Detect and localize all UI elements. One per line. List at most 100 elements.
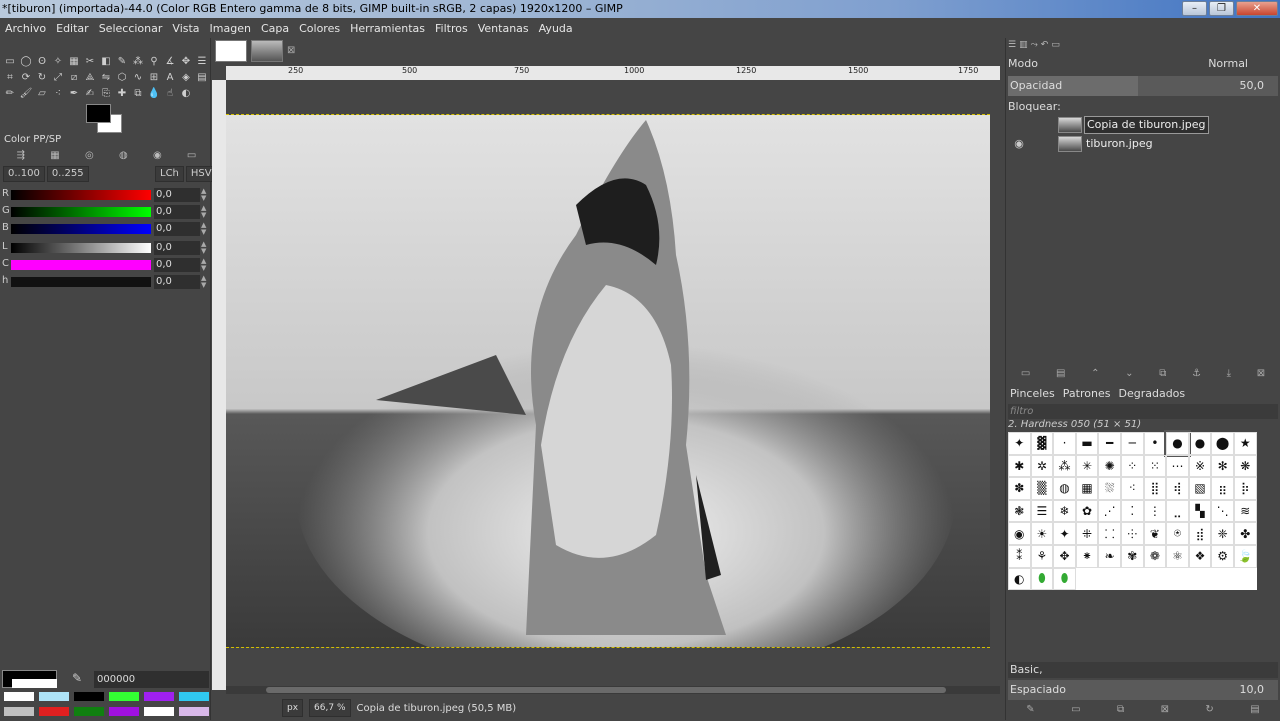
ink-tool-icon[interactable]: ✒ [66, 86, 82, 102]
scissors-tool-icon[interactable]: ✂ [82, 54, 98, 70]
airbrush-tool-icon[interactable]: ⁖ [50, 86, 66, 102]
blue-slider[interactable] [11, 224, 151, 234]
lch-button[interactable]: LCh [155, 166, 184, 182]
swatch[interactable] [4, 692, 34, 701]
dodge-burn-tool-icon[interactable]: ◐ [178, 86, 194, 102]
eraser-tool-icon[interactable]: ▱ [34, 86, 50, 102]
brush-item[interactable]: ━ [1098, 432, 1121, 455]
spacing-slider[interactable]: Espaciado 10,0 [1008, 680, 1278, 700]
hue-value[interactable]: 0,0 [154, 275, 200, 289]
brush-item[interactable]: ⋱ [1211, 499, 1234, 523]
brush-item[interactable]: ⬮ [1053, 567, 1076, 591]
heal-tool-icon[interactable]: ✚ [114, 86, 130, 102]
paintbrush-tool-icon[interactable]: 🖌 [18, 86, 34, 102]
brush-item[interactable]: ⋯ [1166, 454, 1189, 478]
perspective-tool-icon[interactable]: ⟁ [82, 70, 98, 86]
green-slider[interactable] [11, 207, 151, 217]
close-button[interactable]: ✕ [1236, 1, 1278, 16]
mode-select[interactable]: Normal [1208, 54, 1248, 74]
brush-item[interactable]: ● [1164, 430, 1191, 457]
brush-item[interactable]: ⣀ [1166, 499, 1189, 523]
brush-item[interactable]: ✱ [1008, 454, 1031, 478]
swatch[interactable] [144, 692, 174, 701]
red-spin-icon[interactable]: ▲ ▼ [201, 188, 206, 202]
menu-vista[interactable]: Vista [167, 22, 204, 35]
new-group-icon[interactable]: ▤ [1056, 368, 1065, 382]
opacity-value[interactable]: 50,0 [1240, 76, 1265, 96]
brush-item[interactable]: ✿ [1075, 499, 1099, 523]
brush-item[interactable]: ❋ [1233, 454, 1257, 478]
blue-value[interactable]: 0,0 [154, 222, 200, 236]
cmyk-tab-icon[interactable]: ▦ [50, 150, 59, 166]
brush-item[interactable]: ⬮ [1030, 567, 1054, 591]
brush-item[interactable]: ⛆ [1098, 477, 1121, 500]
rotate-tool-icon[interactable]: ↻ [34, 70, 50, 86]
hue-spin-icon[interactable]: ▲ ▼ [201, 275, 206, 289]
lightness-value[interactable]: 0,0 [154, 241, 200, 255]
clone-tool-icon[interactable]: ⎘ [98, 86, 114, 102]
image-tab-2[interactable] [251, 40, 283, 62]
lightness-slider[interactable] [11, 243, 151, 253]
foreground-color-swatch[interactable] [86, 104, 111, 123]
tab-pinceles[interactable]: Pinceles [1008, 387, 1055, 401]
scale-tool-icon[interactable]: ⤢ [50, 70, 66, 86]
brush-item[interactable]: ⣿ [1143, 477, 1167, 500]
brush-item[interactable]: ⋰ [1098, 499, 1121, 523]
brush-item[interactable]: ▬ [1075, 432, 1099, 455]
watercolor-tab-icon[interactable]: ◉ [153, 150, 162, 166]
brush-item[interactable]: ✲ [1030, 454, 1054, 478]
brush-item[interactable]: ⬤ [1211, 432, 1234, 455]
smudge-tool-icon[interactable]: ☝ [162, 86, 178, 102]
refresh-brushes-icon[interactable]: ↻ [1205, 704, 1213, 718]
brush-item[interactable]: ≋ [1233, 499, 1257, 523]
brush-item[interactable]: ✺ [1098, 454, 1121, 478]
unit-select[interactable]: px [282, 699, 304, 717]
brush-item[interactable]: ✤ [1233, 522, 1257, 545]
brush-item[interactable]: ❧ [1098, 544, 1121, 568]
brush-item[interactable]: ★ [1233, 432, 1257, 455]
brush-filter-input[interactable]: filtro [1008, 404, 1278, 419]
maximize-button[interactable]: ❐ [1209, 1, 1234, 16]
brush-item[interactable]: ⁕ [1075, 544, 1099, 568]
brush-item[interactable]: ✾ [1120, 544, 1144, 568]
delete-layer-icon[interactable]: ⊠ [1257, 368, 1265, 382]
range-0-100-button[interactable]: 0..100 [3, 166, 45, 182]
spacing-value[interactable]: 10,0 [1240, 680, 1265, 700]
brush-item[interactable]: ✦ [1053, 522, 1076, 545]
brush-item[interactable]: ❁ [1143, 544, 1167, 568]
foreground-select-tool-icon[interactable]: ◧ [98, 54, 114, 70]
horizontal-scrollbar[interactable] [226, 686, 1000, 694]
paths-tab-icon[interactable]: ⤳ [1031, 40, 1038, 54]
lightness-spin-icon[interactable]: ▲ ▼ [201, 241, 206, 255]
brush-item[interactable]: ⁘ [1120, 454, 1144, 478]
bucket-fill-tool-icon[interactable]: ◈ [178, 70, 194, 86]
anchor-layer-icon[interactable]: ⚓ [1192, 368, 1201, 382]
fg-bg-color-selector[interactable] [86, 104, 126, 134]
brush-item[interactable]: ❈ [1211, 522, 1234, 545]
image-tab-1[interactable] [215, 40, 247, 62]
shark-image[interactable] [226, 114, 990, 648]
triangle-tab-icon[interactable]: ◎ [85, 150, 94, 166]
mypaint-brush-tool-icon[interactable]: ✍ [82, 86, 98, 102]
tab-degradados[interactable]: Degradados [1116, 387, 1185, 401]
brush-item[interactable]: ⚘ [1030, 544, 1054, 568]
brush-item[interactable]: ⁂ [1053, 454, 1076, 478]
color-picker-tool-icon[interactable]: ⁂ [130, 54, 146, 70]
menu-editar[interactable]: Editar [51, 22, 94, 35]
layer-row[interactable]: ◉ tiburon.jpeg [1008, 135, 1278, 153]
brush-item[interactable]: ⣶ [1211, 477, 1234, 500]
menu-archivo[interactable]: Archivo [0, 22, 51, 35]
measure-tool-icon[interactable]: ∡ [162, 54, 178, 70]
red-value[interactable]: 0,0 [154, 188, 200, 202]
brush-item[interactable]: ✦ [1008, 432, 1031, 455]
palette-tab-icon[interactable]: ▭ [187, 150, 196, 166]
swatch[interactable] [179, 692, 209, 701]
brush-item[interactable]: ● [1188, 432, 1212, 455]
horizontal-ruler[interactable]: 250 500 750 1000 1250 1500 1750 [226, 66, 1000, 80]
new-brush-icon[interactable]: ▭ [1071, 704, 1080, 718]
brush-item[interactable]: ☰ [1030, 499, 1054, 523]
range-0-255-button[interactable]: 0..255 [46, 166, 89, 182]
swatch[interactable] [109, 707, 139, 716]
menu-colores[interactable]: Colores [294, 22, 345, 35]
brush-item[interactable]: ⸭ [1120, 522, 1144, 545]
